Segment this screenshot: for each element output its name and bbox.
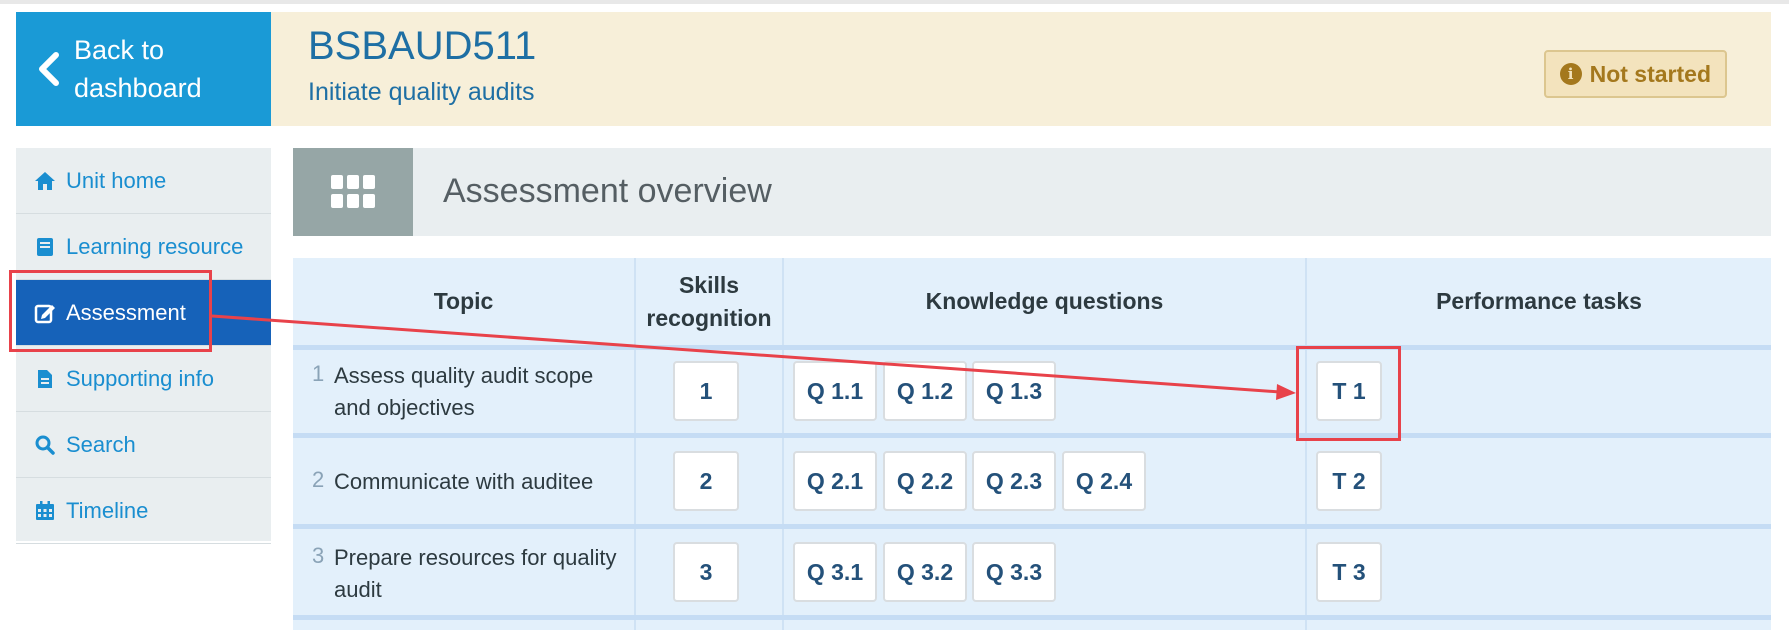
header-performance-tasks: Performance tasks [1436, 288, 1642, 314]
header-skills-recognition: Skills recognition [636, 258, 782, 345]
back-to-dashboard-button[interactable]: Back to dashboard [16, 12, 271, 126]
question-button[interactable]: Q 1.1 [793, 361, 877, 421]
row-separator [293, 345, 1771, 350]
sidebar-item-timeline[interactable]: Timeline [16, 478, 271, 544]
question-button[interactable]: Q 3.2 [883, 542, 967, 602]
overview-header: Assessment overview [293, 148, 1771, 236]
topic-title-line1: Prepare resources for quality [334, 545, 617, 570]
topic-title-line2: audit [334, 577, 382, 602]
status-badge: i Not started [1543, 50, 1727, 98]
assessment-table: Topic Skills recognition Knowledge quest… [293, 258, 1771, 630]
sidebar-item-label: Timeline [66, 497, 149, 523]
sidebar-item-supporting-info[interactable]: Supporting info [16, 346, 271, 412]
topic-number: 1 [312, 361, 325, 386]
unit-title: Initiate quality audits [308, 78, 535, 106]
topic-title-line1: Assess quality audit scope [334, 363, 594, 388]
row-separator [293, 615, 1771, 620]
info-circle-icon: i [1559, 63, 1582, 85]
back-button-label-line1: Back to [74, 35, 165, 65]
task-button[interactable]: T 2 [1316, 451, 1382, 511]
question-button[interactable]: Q 1.2 [883, 361, 967, 421]
question-button[interactable]: Q 2.3 [972, 451, 1056, 511]
back-button-label: Back to dashboard [74, 31, 202, 107]
page-title: Assessment overview [443, 172, 772, 210]
sidebar-item-label: Supporting info [66, 365, 214, 391]
annotation-highlight-task [1296, 346, 1401, 441]
page: Back to dashboard BSBAUD511 Initiate qua… [0, 0, 1789, 630]
chevron-left-icon [39, 52, 59, 86]
back-button-label-line2: dashboard [74, 73, 202, 103]
row-separator [293, 433, 1771, 438]
sidebar-item-label: Learning resource [66, 233, 244, 259]
row-separator [293, 524, 1771, 529]
unit-header: BSBAUD511 Initiate quality audits i Not … [271, 12, 1771, 126]
home-icon [34, 170, 56, 192]
skill-button[interactable]: 1 [673, 361, 739, 421]
sidebar-item-unit-home[interactable]: Unit home [16, 148, 271, 214]
skill-button[interactable]: 3 [673, 542, 739, 602]
grid-icon [293, 148, 413, 236]
topic-title: Prepare resources for quality audit [334, 542, 616, 606]
document-icon [34, 368, 56, 390]
search-icon [34, 434, 56, 456]
topic-title: Assess quality audit scope and objective… [334, 360, 593, 424]
question-button[interactable]: Q 2.2 [883, 451, 967, 511]
book-icon [34, 236, 56, 258]
question-button[interactable]: Q 2.4 [1062, 451, 1146, 511]
question-button[interactable]: Q 1.3 [972, 361, 1056, 421]
sidebar-item-search[interactable]: Search [16, 412, 271, 478]
header-topic: Topic [433, 288, 494, 314]
question-button[interactable]: Q 2.1 [793, 451, 877, 511]
top-divider [0, 0, 1789, 4]
sidebar-item-label: Unit home [66, 167, 167, 193]
sidebar-item-label: Search [66, 431, 136, 457]
topic-number: 3 [312, 543, 325, 568]
header-knowledge-questions: Knowledge questions [925, 288, 1164, 314]
status-label: Not started [1589, 60, 1711, 87]
header-skills-line1: Skills [678, 271, 740, 298]
question-button[interactable]: Q 3.3 [972, 542, 1056, 602]
topic-title-line1: Communicate with auditee [334, 469, 594, 494]
header-skills-line2: recognition [646, 304, 772, 331]
calendar-icon [34, 500, 56, 522]
topic-title: Communicate with auditee [334, 466, 593, 498]
topic-number: 2 [312, 467, 325, 492]
skill-button[interactable]: 2 [673, 451, 739, 511]
annotation-highlight-assessment [9, 270, 212, 352]
unit-code: BSBAUD511 [308, 24, 537, 68]
question-button[interactable]: Q 3.1 [793, 542, 877, 602]
topic-title-line2: and objectives [334, 395, 475, 420]
task-button[interactable]: T 3 [1316, 542, 1382, 602]
